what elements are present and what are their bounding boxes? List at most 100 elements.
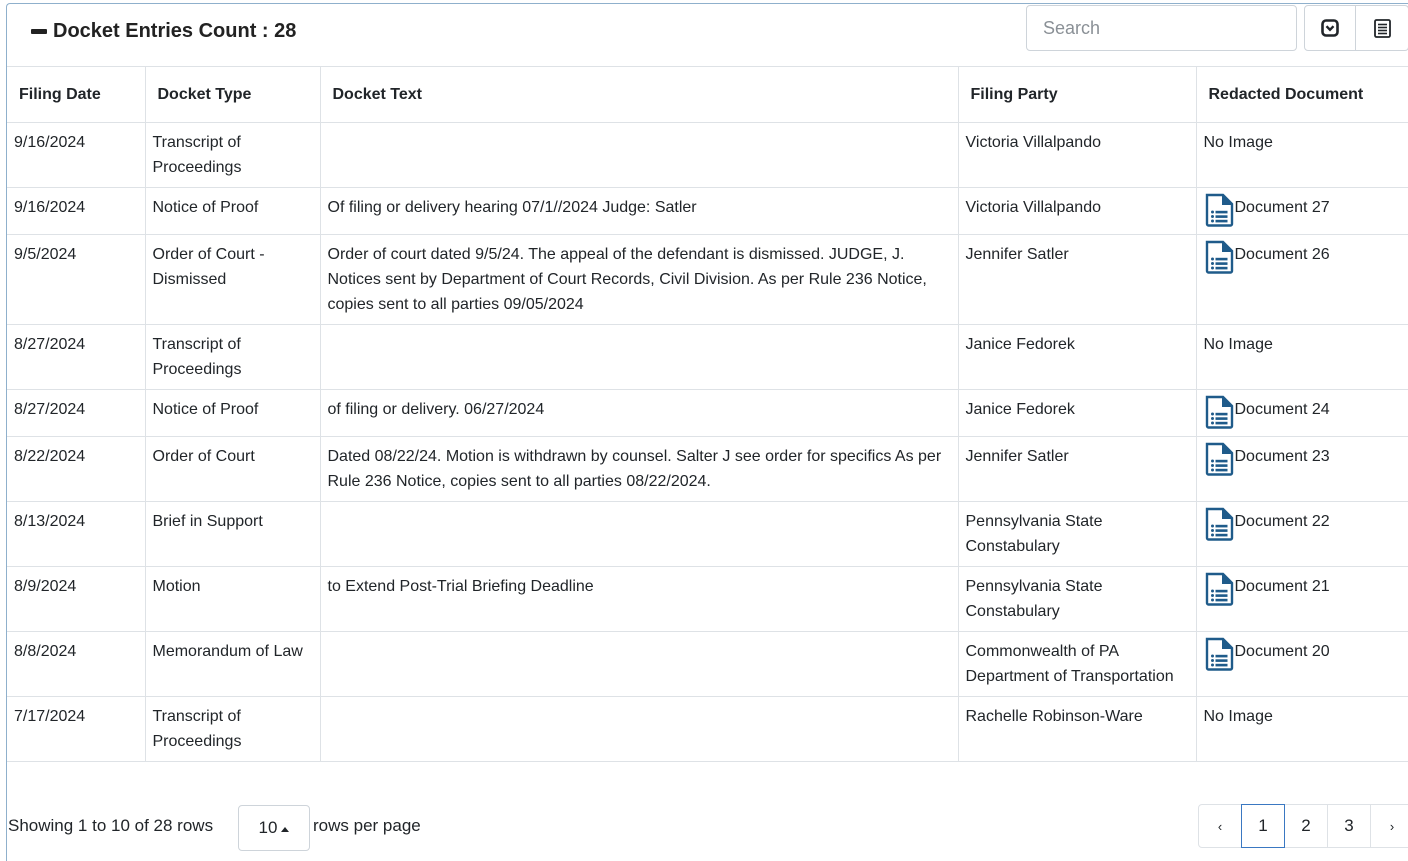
filing-party-cell: Janice Fedorek: [957, 324, 1197, 390]
search-input[interactable]: [1026, 5, 1297, 51]
table-row: 8/27/2024 Notice of Proof of filing or del…: [7, 389, 1408, 437]
table-row: 9/5/2024 Order of Court - Dismissed Order …: [7, 234, 1408, 325]
redacted-document-cell: No Image: [1195, 122, 1408, 188]
docket-type-cell: Transcript of Proceedings: [144, 122, 321, 188]
document-label[interactable]: Document 21: [1235, 574, 1330, 599]
redacted-document-cell: Document 26: [1195, 234, 1408, 325]
previous-page-button[interactable]: ‹: [1198, 804, 1242, 848]
document-link[interactable]: Document 24: [1204, 395, 1402, 429]
document-link[interactable]: Document 21: [1204, 572, 1402, 606]
docket-text-cell: [319, 122, 959, 188]
minus-icon[interactable]: [31, 29, 47, 34]
table-row: 8/22/2024 Order of Court Dated 08/22/24. M…: [7, 436, 1408, 502]
filing-party-cell: Victoria Villalpando: [957, 122, 1197, 188]
docket-text-cell: of filing or delivery. 06/27/2024: [319, 389, 959, 437]
column-header-docket-type[interactable]: Docket Type: [144, 66, 321, 123]
table-row: 8/8/2024 Memorandum of Law Commonwealth of…: [7, 631, 1408, 697]
table-row: 8/27/2024 Transcript of Proceedings Janice…: [7, 324, 1408, 390]
column-header-filing-date[interactable]: Filing Date: [7, 66, 146, 123]
no-image-label: No Image: [1203, 134, 1273, 151]
redacted-document-cell: Document 24: [1195, 389, 1408, 437]
docket-text-cell: [319, 324, 959, 390]
redacted-document-cell: No Image: [1195, 324, 1408, 390]
document-link[interactable]: Document 22: [1204, 507, 1402, 541]
columns-list-icon: [1373, 18, 1391, 38]
docket-text-cell: Of filing or delivery hearing 07/1//2024…: [319, 187, 959, 235]
docket-type-cell: Notice of Proof: [144, 187, 321, 235]
redacted-document-cell: Document 27: [1195, 187, 1408, 235]
document-link[interactable]: Document 26: [1204, 240, 1402, 274]
page-size-dropdown[interactable]: 10: [238, 805, 310, 851]
caret-up-icon: [281, 826, 290, 832]
filing-date-cell: 8/27/2024: [7, 324, 146, 390]
docket-text-cell: Order of court dated 9/5/24. The appeal …: [319, 234, 959, 325]
page-button-3[interactable]: 3: [1327, 804, 1371, 848]
document-label[interactable]: Document 23: [1235, 444, 1330, 469]
filing-date-cell: 7/17/2024: [7, 696, 146, 762]
filing-party-cell: Jennifer Satler: [957, 436, 1197, 502]
document-icon: [1205, 395, 1233, 429]
page-button-2[interactable]: 2: [1284, 804, 1328, 848]
pagination: ‹ 1 2 3 ›: [1198, 804, 1408, 848]
filing-date-cell: 8/13/2024: [7, 501, 146, 567]
document-icon: [1205, 507, 1233, 541]
docket-text-cell: [319, 501, 959, 567]
docket-type-cell: Order of Court: [144, 436, 321, 502]
document-link[interactable]: Document 23: [1204, 442, 1402, 476]
toggle-view-button[interactable]: [1304, 5, 1356, 51]
table-row: 9/16/2024 Transcript of Proceedings Victor…: [7, 122, 1408, 188]
redacted-document-cell: Document 21: [1195, 566, 1408, 632]
docket-text-cell: [319, 696, 959, 762]
column-header-redacted-document[interactable]: Redacted Document: [1195, 66, 1408, 123]
filing-party-cell: Pennsylvania State Constabulary: [957, 566, 1197, 632]
docket-type-cell: Transcript of Proceedings: [144, 696, 321, 762]
collapse-toggle[interactable]: Docket Entries Count : 28: [31, 20, 296, 43]
filing-party-cell: Jennifer Satler: [957, 234, 1197, 325]
docket-type-cell: Brief in Support: [144, 501, 321, 567]
docket-type-cell: Memorandum of Law: [144, 631, 321, 697]
docket-panel: Docket Entries Count : 28 Search Filing …: [6, 3, 1408, 861]
document-label[interactable]: Document 20: [1235, 639, 1330, 664]
pagination-info: Showing 1 to 10 of 28 rows: [8, 816, 214, 835]
document-label[interactable]: Document 22: [1235, 509, 1330, 534]
docket-type-cell: Order of Court - Dismissed: [144, 234, 321, 325]
panel-header: Docket Entries Count : 28: [7, 4, 1408, 66]
document-icon: [1205, 637, 1233, 671]
document-label[interactable]: Document 24: [1235, 397, 1330, 422]
page-button-1[interactable]: 1: [1241, 804, 1285, 848]
filing-party-cell: Pennsylvania State Constabulary: [957, 501, 1197, 567]
filing-date-cell: 8/22/2024: [7, 436, 146, 502]
document-label[interactable]: Document 27: [1235, 195, 1330, 220]
filing-date-cell: 8/27/2024: [7, 389, 146, 437]
no-image-label: No Image: [1203, 336, 1273, 353]
filing-date-cell: 8/9/2024: [7, 566, 146, 632]
filing-date-cell: 8/8/2024: [7, 631, 146, 697]
document-icon: [1205, 193, 1233, 227]
docket-text-cell: to Extend Post-Trial Briefing Deadline: [319, 566, 959, 632]
columns-button[interactable]: [1355, 5, 1408, 51]
docket-table: Filing Date Docket Type Docket Text Fili…: [7, 66, 1408, 762]
table-row: 8/13/2024 Brief in Support Pennsylvania St…: [7, 501, 1408, 567]
filing-date-cell: 9/16/2024: [7, 122, 146, 188]
filing-party-cell: Victoria Villalpando: [957, 187, 1197, 235]
table-body: 9/16/2024 Transcript of Proceedings Victor…: [7, 122, 1408, 762]
filing-date-cell: 9/16/2024: [7, 187, 146, 235]
next-page-button[interactable]: ›: [1370, 804, 1408, 848]
table-footer: Showing 1 to 10 of 28 rows 10 rows per p…: [7, 800, 1408, 851]
panel-title: Docket Entries Count : 28: [53, 20, 297, 42]
filing-party-cell: Rachelle Robinson-Ware: [957, 696, 1197, 762]
toggle-view-icon: [1321, 19, 1339, 37]
table-row: 8/9/2024 Motion to Extend Post-Trial Brief…: [7, 566, 1408, 632]
docket-type-cell: Motion: [144, 566, 321, 632]
document-label[interactable]: Document 26: [1235, 242, 1330, 267]
docket-type-cell: Transcript of Proceedings: [144, 324, 321, 390]
document-link[interactable]: Document 27: [1204, 193, 1402, 227]
document-icon: [1205, 442, 1233, 476]
column-header-filing-party[interactable]: Filing Party: [957, 66, 1197, 123]
document-icon: [1205, 240, 1233, 274]
redacted-document-cell: Document 22: [1195, 501, 1408, 567]
rows-per-page-label: rows per page: [313, 816, 421, 835]
column-header-docket-text[interactable]: Docket Text: [319, 66, 959, 123]
document-link[interactable]: Document 20: [1204, 637, 1402, 671]
document-icon: [1205, 572, 1233, 606]
